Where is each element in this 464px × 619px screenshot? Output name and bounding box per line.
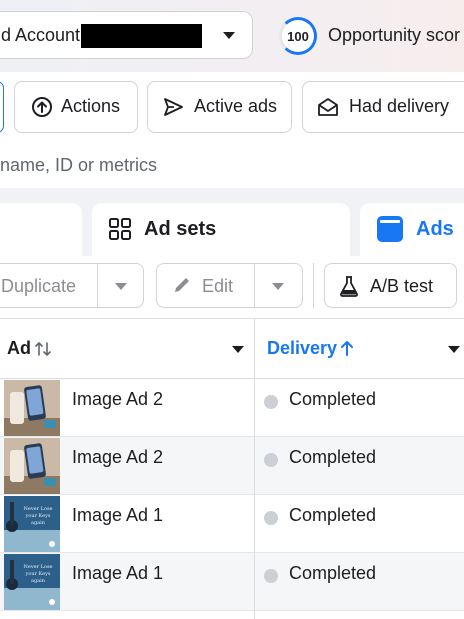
table-row[interactable]: Never Lose your Keys again Image Ad 1 Co…: [0, 495, 464, 553]
ad-account-selector[interactable]: d Account: [0, 11, 253, 59]
send-icon: [164, 98, 183, 116]
table-row[interactable]: Image Ad 2 Completed: [0, 379, 464, 437]
column-header-delivery[interactable]: Delivery: [255, 319, 464, 378]
had-delivery-filter-label: Had delivery: [349, 96, 450, 116]
tab-ad-sets[interactable]: Ad sets: [92, 203, 350, 256]
grid-icon: [109, 218, 131, 240]
svg-text:again: again: [31, 520, 46, 526]
search-input[interactable]: [0, 142, 464, 188]
opportunity-score-badge[interactable]: 100: [279, 17, 317, 55]
column-header-delivery-label: Delivery: [267, 338, 338, 358]
edit-button-group: Edit: [156, 263, 303, 308]
button-divider: [254, 264, 255, 307]
pencil-icon: [175, 278, 189, 292]
ad-thumbnail-phone[interactable]: [4, 438, 60, 494]
envelope-open-icon: [318, 98, 338, 116]
tab-campaigns-partial[interactable]: [0, 203, 82, 256]
table-row[interactable]: Never Lose your Keys again Image Ad 1 Co…: [0, 553, 464, 611]
duplicate-dropdown-icon[interactable]: [115, 283, 127, 290]
svg-text:your Keys: your Keys: [25, 513, 51, 519]
edit-dropdown-icon[interactable]: [272, 283, 284, 290]
delivery-status: Completed: [289, 389, 377, 409]
button-divider: [97, 264, 98, 307]
actions-toolbar: Duplicate Edit A/B test: [0, 256, 464, 318]
flask-icon: [340, 276, 358, 297]
ad-card-icon: [377, 216, 403, 242]
table-row[interactable]: Image Ad 2 Completed: [0, 437, 464, 495]
tab-ads[interactable]: Ads: [360, 203, 464, 256]
top-bar: d Account 100 Opportunity scor: [0, 0, 464, 72]
delivery-status: Completed: [289, 563, 377, 583]
ad-name[interactable]: Image Ad 2: [72, 447, 163, 468]
status-dot-completed: [264, 569, 278, 583]
svg-text:again: again: [31, 578, 46, 584]
ad-thumbnail-poster[interactable]: Never Lose your Keys again: [4, 554, 60, 610]
delivery-status: Completed: [289, 505, 377, 525]
ad-account-label: d Account: [1, 25, 81, 45]
duplicate-button-label[interactable]: Duplicate: [1, 276, 76, 297]
tab-ad-sets-label: Ad sets: [144, 218, 217, 240]
sort-arrows-icon: [35, 342, 51, 356]
toolbar-separator: [313, 263, 314, 308]
opportunity-score-label[interactable]: Opportunity scor: [328, 25, 460, 46]
svg-text:your Keys: your Keys: [25, 571, 51, 577]
column-header-ad-label: Ad: [7, 338, 31, 358]
edit-button-label[interactable]: Edit: [202, 276, 233, 297]
delivery-status: Completed: [289, 447, 377, 467]
ad-name[interactable]: Image Ad 2: [72, 389, 163, 410]
status-dot-completed: [264, 395, 278, 409]
ad-column-menu-icon[interactable]: [232, 346, 244, 353]
sort-ascending-icon: [341, 341, 353, 356]
delivery-column-menu-icon[interactable]: [448, 346, 460, 353]
had-delivery-filter-button[interactable]: Had delivery: [302, 81, 464, 133]
svg-text:Never Lose: Never Lose: [24, 506, 53, 512]
chevron-down-icon: [223, 32, 235, 39]
filter-chip-partial[interactable]: [0, 81, 4, 133]
table-header: Ad Delivery: [0, 318, 464, 379]
duplicate-button-group: Duplicate: [0, 263, 144, 308]
ad-name[interactable]: Image Ad 1: [72, 563, 163, 584]
search-bar: [0, 142, 464, 188]
column-separator: [254, 318, 255, 619]
active-ads-filter-button[interactable]: Active ads: [147, 81, 292, 133]
active-ads-filter-label: Active ads: [194, 96, 278, 116]
status-dot-completed: [264, 511, 278, 525]
arrow-up-circle-icon: [32, 97, 52, 117]
ab-test-button[interactable]: A/B test: [324, 263, 457, 308]
actions-filter-label: Actions: [61, 96, 121, 116]
actions-filter-button[interactable]: Actions: [14, 81, 138, 133]
status-dot-completed: [264, 453, 278, 467]
ad-name[interactable]: Image Ad 1: [72, 505, 163, 526]
ad-thumbnail-phone[interactable]: [4, 380, 60, 436]
svg-text:Never Lose: Never Lose: [24, 564, 53, 570]
ab-test-button-label: A/B test: [370, 276, 434, 296]
redacted-account-name: [81, 24, 202, 48]
ad-thumbnail-poster[interactable]: Never Lose your Keys again: [4, 496, 60, 552]
column-header-ad[interactable]: Ad: [0, 319, 254, 378]
tab-ads-label: Ads: [416, 218, 454, 240]
